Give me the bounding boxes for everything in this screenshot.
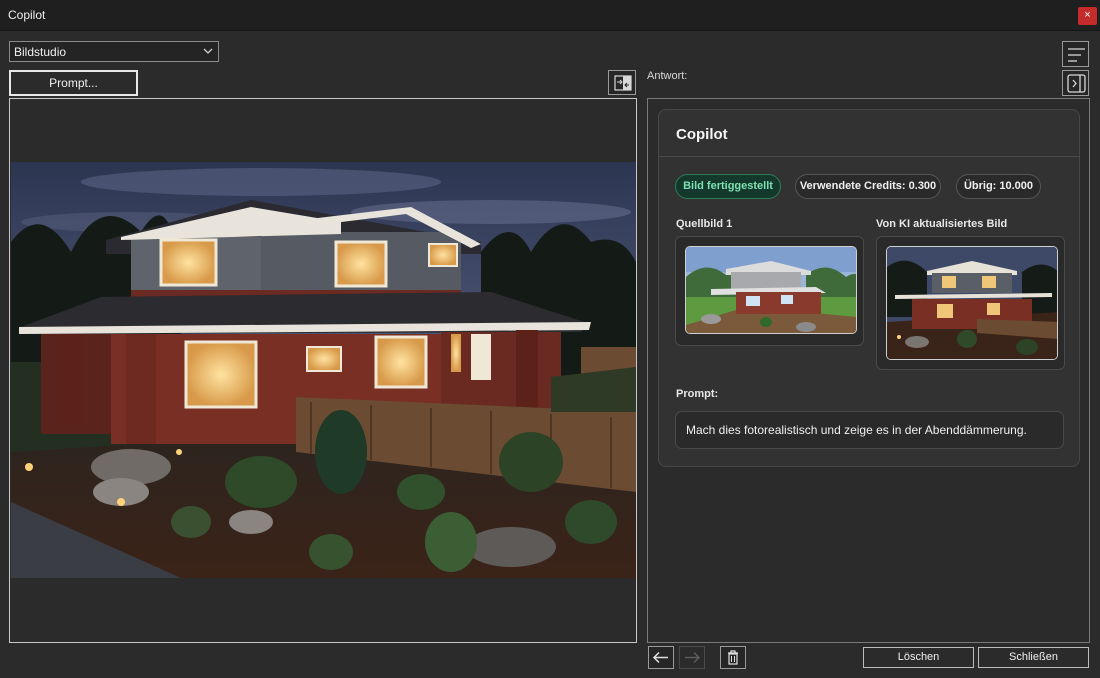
source-image-thumbnail[interactable]	[685, 246, 857, 334]
lines-menu-icon	[1068, 48, 1085, 62]
copilot-card: Copilot Bild fertiggestellt Verwendete C…	[658, 109, 1080, 467]
back-button[interactable]	[648, 646, 674, 669]
rendered-house-image	[11, 162, 636, 578]
window-title: Copilot	[8, 8, 46, 22]
result-image-card[interactable]	[876, 236, 1065, 370]
source-image-card[interactable]	[675, 236, 864, 346]
close-window-button[interactable]: ×	[1078, 7, 1097, 25]
swap-panels-icon	[614, 75, 632, 91]
delete-button[interactable]: Löschen	[863, 647, 974, 668]
collapse-panel-button[interactable]	[1062, 70, 1089, 96]
close-button[interactable]: Schließen	[978, 647, 1089, 668]
result-image-thumbnail[interactable]	[886, 246, 1058, 360]
prompt-label: Prompt:	[676, 388, 719, 400]
arrow-left-icon	[648, 646, 674, 669]
menu-button[interactable]	[1062, 41, 1089, 67]
prompt-text: Mach dies fotorealistisch und zeige es i…	[675, 411, 1064, 449]
prompt-button[interactable]: Prompt...	[9, 70, 138, 96]
forward-button[interactable]	[679, 646, 705, 669]
source-image-label: Quellbild 1	[676, 218, 733, 230]
chevron-down-icon	[203, 48, 213, 54]
credits-left-badge: Übrig: 10.000	[956, 174, 1041, 199]
mode-select-value: Bildstudio	[14, 45, 67, 59]
mode-select[interactable]: Bildstudio	[9, 41, 219, 62]
card-divider	[659, 156, 1079, 157]
swap-panels-button[interactable]	[608, 70, 636, 95]
card-title: Copilot	[676, 126, 728, 143]
collapse-panel-icon	[1067, 74, 1086, 93]
status-badge: Bild fertiggestellt	[675, 174, 781, 199]
response-panel: Copilot Bild fertiggestellt Verwendete C…	[647, 98, 1090, 643]
arrow-right-icon	[679, 646, 705, 669]
result-image-label: Von KI aktualisiertes Bild	[876, 218, 1008, 230]
answer-label: Antwort:	[647, 70, 688, 82]
delete-icon-button[interactable]	[720, 646, 746, 669]
image-canvas[interactable]	[9, 98, 637, 643]
title-bar: Copilot ×	[0, 0, 1100, 31]
trash-icon	[720, 646, 746, 669]
credits-used-badge: Verwendete Credits: 0.300	[795, 174, 941, 199]
